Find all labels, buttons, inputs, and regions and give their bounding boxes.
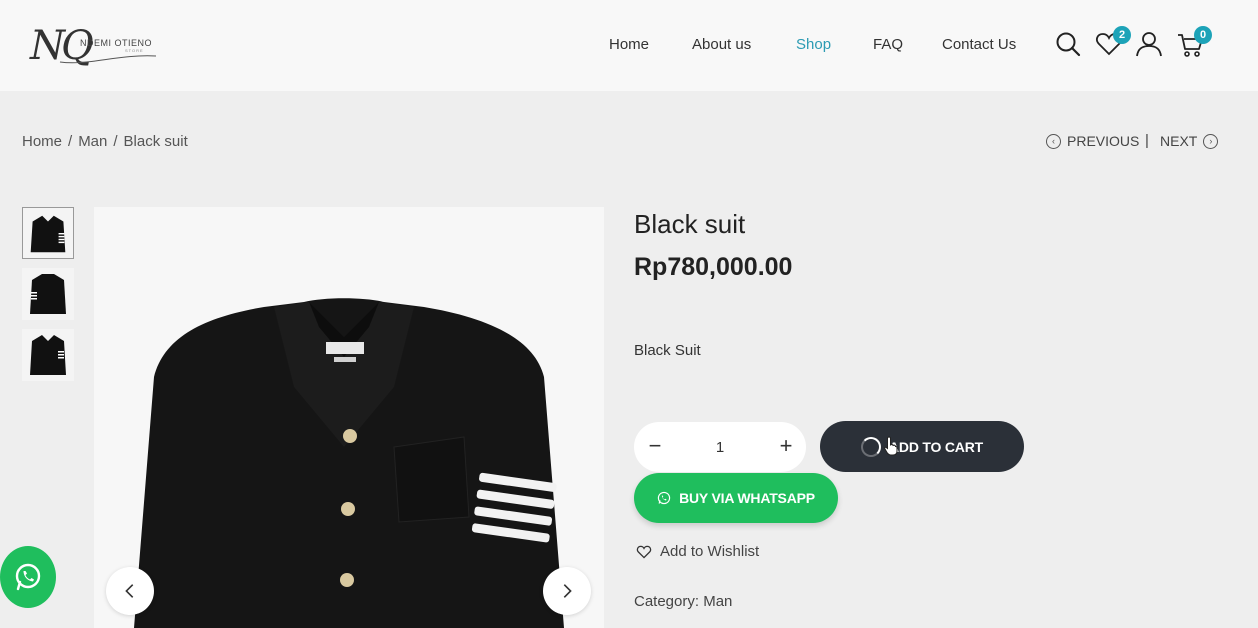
product-thumbnail-3[interactable]: [22, 329, 74, 381]
cart-button[interactable]: 0: [1176, 26, 1212, 58]
breadcrumb: Home / Man / Black suit: [22, 133, 188, 150]
breadcrumb-home[interactable]: Home: [22, 133, 62, 150]
product-price: Rp780,000.00: [634, 253, 793, 281]
product-short-description: Black Suit: [634, 342, 701, 359]
product-thumbnail-1[interactable]: [22, 207, 74, 259]
whatsapp-float-button[interactable]: [0, 546, 56, 608]
product-title: Black suit: [634, 209, 746, 239]
chevron-right-icon: [563, 584, 572, 598]
jacket-back-thumbnail-image: [30, 274, 66, 314]
loading-spinner-icon: [861, 436, 881, 457]
search-icon: [1056, 32, 1081, 57]
breadcrumb-man[interactable]: Man: [78, 133, 107, 150]
pager-separator: |: [1145, 132, 1149, 149]
add-to-wishlist-link[interactable]: Add to Wishlist: [636, 543, 759, 560]
heart-icon: [636, 545, 652, 559]
site-header: NQ NDEMI OTIENO STORE Home About us Shop…: [0, 0, 1258, 91]
product-thumbnail-2[interactable]: [22, 268, 74, 320]
product-category: Category: Man: [634, 593, 732, 610]
category-link-man[interactable]: Man: [703, 593, 732, 610]
wishlist-button[interactable]: 2: [1095, 26, 1131, 58]
cart-count-badge: 0: [1194, 26, 1212, 44]
add-to-cart-button[interactable]: ADD TO CART: [820, 421, 1024, 472]
chevron-left-circle-icon: ‹: [1046, 133, 1061, 149]
category-label: Category:: [634, 593, 700, 610]
breadcrumb-separator: /: [113, 133, 118, 150]
quantity-increase-button[interactable]: +: [771, 432, 801, 462]
quantity-input[interactable]: [700, 434, 740, 460]
search-button[interactable]: [1054, 30, 1082, 58]
image-prev-button[interactable]: [106, 567, 154, 615]
black-jacket-image: [134, 298, 564, 628]
quantity-decrease-button[interactable]: −: [640, 432, 670, 462]
add-to-wishlist-label: Add to Wishlist: [660, 543, 760, 560]
next-product-link[interactable]: NEXT ›: [1160, 133, 1219, 149]
nav-contact-us[interactable]: Contact Us: [942, 36, 1016, 53]
nav-faq[interactable]: FAQ: [873, 36, 903, 53]
chevron-right-circle-icon: ›: [1203, 133, 1219, 149]
nav-shop[interactable]: Shop: [796, 36, 831, 53]
nav-about-us[interactable]: About us: [692, 36, 751, 53]
breadcrumb-separator: /: [68, 133, 73, 150]
wishlist-count-badge: 2: [1113, 26, 1131, 44]
breadcrumb-current: Black suit: [123, 133, 188, 150]
buy-via-whatsapp-label: BUY VIA WHATSAPP: [679, 490, 815, 506]
product-main-image: [94, 207, 604, 628]
chevron-left-icon: [125, 584, 134, 598]
logo-swoosh-icon: [59, 55, 157, 64]
logo-name: NDEMI OTIENO: [80, 38, 153, 48]
add-to-cart-label: ADD TO CART: [889, 438, 983, 455]
previous-label: PREVIOUS: [1067, 133, 1140, 149]
brand-logo[interactable]: NQ NDEMI OTIENO STORE: [30, 24, 160, 72]
previous-product-link[interactable]: ‹ PREVIOUS: [1046, 133, 1139, 149]
whatsapp-icon: [15, 563, 41, 591]
whatsapp-icon: [657, 491, 671, 505]
next-label: NEXT: [1160, 133, 1198, 149]
jacket-thumbnail-image: [30, 215, 66, 253]
image-next-button[interactable]: [543, 567, 591, 615]
nav-home[interactable]: Home: [609, 36, 649, 53]
user-icon: [1136, 32, 1162, 57]
account-button[interactable]: [1135, 30, 1163, 58]
buy-via-whatsapp-button[interactable]: BUY VIA WHATSAPP: [634, 473, 838, 523]
quantity-stepper: − +: [634, 422, 806, 472]
jacket-side-thumbnail-image: [30, 335, 66, 375]
